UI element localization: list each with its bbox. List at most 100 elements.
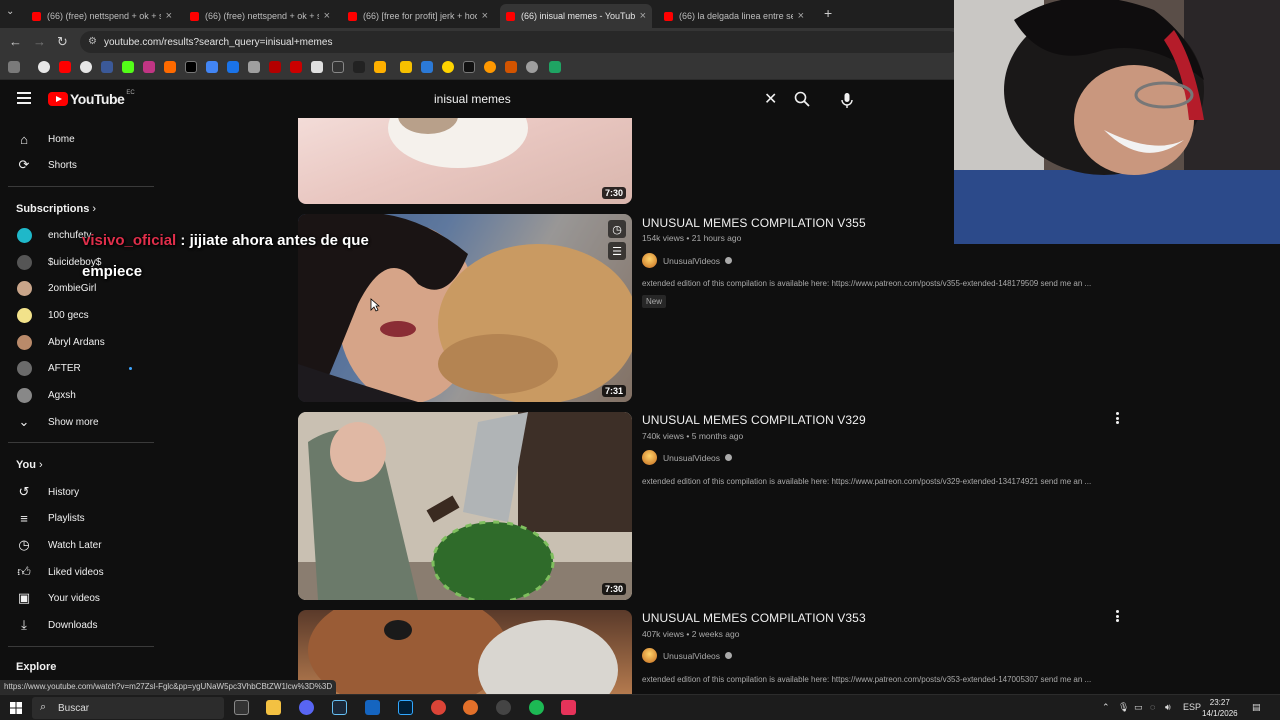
file-explorer-icon[interactable] — [266, 700, 281, 715]
close-tab-icon[interactable]: × — [166, 10, 172, 22]
apps-icon[interactable] — [8, 61, 20, 73]
photoshop-icon[interactable] — [398, 700, 413, 715]
tray-chevron-icon[interactable]: ⌃ — [1102, 702, 1110, 713]
notifications-icon[interactable]: ▤ — [1252, 702, 1261, 713]
windows-start-icon[interactable] — [10, 702, 22, 714]
sidebar-item-history[interactable]: ↺ History — [0, 479, 154, 505]
subscriptions-heading[interactable]: Subscriptions › — [16, 203, 96, 215]
browser-tab[interactable]: (66) la delgada linea entre ser s × — [658, 4, 810, 28]
sidebar-item-subscription[interactable]: Abryl Ardans — [0, 329, 154, 355]
volume-tray-icon[interactable]: 🔊︎ — [1165, 702, 1171, 713]
channel-link[interactable]: UnusualVideos — [642, 450, 733, 465]
steam-icon[interactable] — [332, 700, 347, 715]
browser-tab[interactable]: (66) (free) nettspend + ok + sa × — [184, 4, 336, 28]
bookmark-icon[interactable] — [400, 61, 412, 73]
bookmark-icon[interactable] — [80, 61, 92, 73]
sidebar-show-more[interactable]: ⌄ Show more — [0, 409, 154, 435]
bookmark-icon[interactable] — [269, 61, 281, 73]
bookmark-icon[interactable] — [164, 61, 176, 73]
browser-tab[interactable]: (66) (free) nettspend + ok + sa × — [26, 4, 178, 28]
sidebar-item-home[interactable]: ⌂ Home — [0, 126, 154, 152]
bookmark-icon[interactable] — [442, 61, 454, 73]
browser-tab[interactable]: (66) [free for profit] jerk + hoo × — [342, 4, 494, 28]
sidebar-item-subscription[interactable]: Agxsh — [0, 382, 154, 408]
chrome-icon[interactable] — [431, 700, 446, 715]
sidebar-item-subscription[interactable]: 100 gecs — [0, 302, 154, 328]
bookmark-icon[interactable] — [332, 61, 344, 73]
microphone-tray-icon[interactable]: 🎙︎ — [1118, 702, 1129, 713]
windows-taskbar: ⌕ Buscar ⌃ 🎙︎ ▭ ◌ 🔊︎ ESP 23:27 14/1/2026… — [0, 694, 1280, 720]
taskbar-clock[interactable]: 23:27 14/1/2026 — [1202, 697, 1238, 719]
obs-icon[interactable] — [496, 700, 511, 715]
bookmark-icon[interactable] — [353, 61, 365, 73]
bookmark-icon[interactable] — [484, 61, 496, 73]
channel-link[interactable]: UnusualVideos — [642, 648, 733, 663]
sidebar-item-shorts[interactable]: ⟳ Shorts — [0, 152, 154, 178]
bookmark-icon[interactable] — [549, 61, 561, 73]
video-thumbnail[interactable]: 7:30 — [298, 118, 632, 204]
video-title[interactable]: UNUSUAL MEMES COMPILATION V329 — [642, 413, 866, 427]
close-tab-icon[interactable]: × — [640, 10, 646, 22]
bookmark-icon[interactable] — [526, 61, 538, 73]
bookmark-youtube-icon[interactable] — [59, 61, 71, 73]
bookmark-icon[interactable] — [421, 61, 433, 73]
more-actions-icon[interactable] — [1116, 610, 1120, 622]
close-tab-icon[interactable]: × — [324, 10, 330, 22]
sidebar-item-downloads[interactable]: ⤓ Downloads — [0, 612, 154, 638]
back-icon[interactable]: ← — [9, 34, 22, 49]
bookmark-translate-icon[interactable] — [206, 61, 218, 73]
video-thumbnail[interactable]: 7:30 — [298, 412, 632, 600]
address-bar[interactable]: ⚙ youtube.com/results?search_query=inisu… — [80, 31, 960, 53]
microphone-icon[interactable] — [838, 91, 856, 109]
menu-icon[interactable] — [17, 92, 31, 104]
app-icon[interactable] — [463, 700, 478, 715]
search-icon[interactable] — [794, 91, 810, 107]
bookmark-google-icon[interactable] — [38, 61, 50, 73]
sidebar-item-watch-later[interactable]: ◷ Watch Later — [0, 532, 154, 558]
browser-tab-active[interactable]: (66) inisual memes - YouTube × — [500, 4, 652, 28]
spotify-icon[interactable] — [529, 700, 544, 715]
forward-icon[interactable]: → — [33, 34, 46, 49]
bookmark-icon[interactable] — [505, 61, 517, 73]
sidebar-item-your-videos[interactable]: ▣ Your videos — [0, 585, 154, 611]
bookmark-icon[interactable] — [290, 61, 302, 73]
video-thumbnail[interactable] — [298, 610, 632, 694]
taskbar-search-input[interactable]: ⌕ Buscar — [32, 697, 224, 719]
add-to-queue-icon[interactable]: ☰ — [608, 242, 626, 260]
bookmark-icon[interactable] — [311, 61, 323, 73]
more-actions-icon[interactable] — [1116, 412, 1120, 424]
vegas-icon[interactable] — [365, 700, 380, 715]
bookmark-instagram-icon[interactable] — [143, 61, 155, 73]
network-tray-icon[interactable]: ▭ — [1134, 702, 1143, 713]
bookmark-icon[interactable] — [248, 61, 260, 73]
bookmark-icon[interactable] — [101, 61, 113, 73]
wifi-tray-icon[interactable]: ◌ — [1150, 702, 1155, 712]
you-heading[interactable]: You › — [16, 459, 43, 471]
sidebar-item-subscription[interactable]: AFTER — [0, 355, 154, 381]
clear-search-icon[interactable]: ✕ — [764, 89, 777, 109]
video-title[interactable]: UNUSUAL MEMES COMPILATION V355 — [642, 216, 866, 230]
tab-search-icon[interactable]: ⌄ — [6, 6, 14, 17]
channel-link[interactable]: UnusualVideos — [642, 253, 733, 268]
bookmark-x-icon[interactable] — [185, 61, 197, 73]
search-input[interactable]: inisual memes ✕ — [424, 87, 788, 111]
tiktok-icon[interactable] — [561, 700, 576, 715]
close-tab-icon[interactable]: × — [482, 10, 488, 22]
bookmark-kick-icon[interactable] — [122, 61, 134, 73]
new-tab-icon[interactable]: + — [824, 5, 832, 21]
bookmark-icon[interactable] — [463, 61, 475, 73]
close-tab-icon[interactable]: × — [798, 10, 804, 22]
video-title[interactable]: UNUSUAL MEMES COMPILATION V353 — [642, 611, 866, 625]
sidebar-item-liked-videos[interactable]: 👍︎ Liked videos — [0, 559, 154, 585]
bookmark-icon[interactable] — [374, 61, 386, 73]
watch-later-icon[interactable]: ◷ — [608, 220, 626, 238]
reload-icon[interactable]: ↻ — [57, 34, 68, 50]
bookmark-icon[interactable] — [227, 61, 239, 73]
task-view-icon[interactable] — [234, 700, 249, 715]
discord-icon[interactable] — [299, 700, 314, 715]
language-indicator[interactable]: ESP — [1183, 702, 1201, 712]
sidebar-item-playlists[interactable]: ≡ Playlists — [0, 505, 154, 531]
youtube-logo[interactable]: YouTube EC — [48, 90, 135, 107]
site-info-icon[interactable]: ⚙ — [88, 36, 97, 47]
sidebar-item-label: AFTER — [48, 362, 81, 374]
